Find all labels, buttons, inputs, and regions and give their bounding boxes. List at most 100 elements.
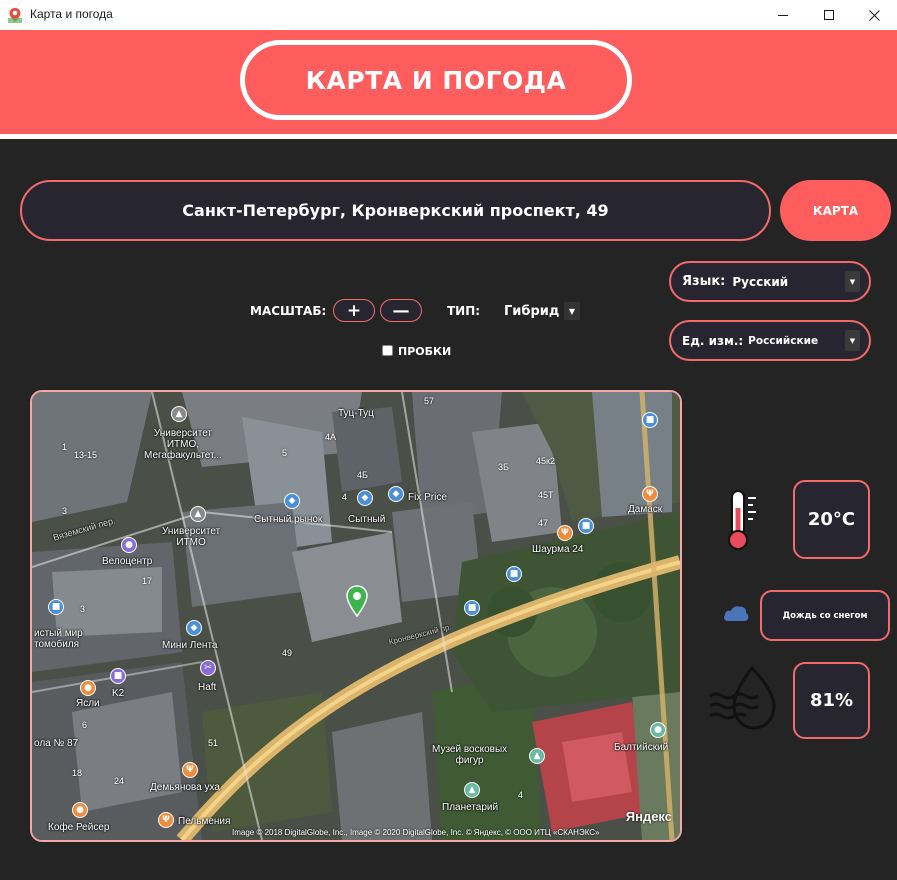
bed-icon: ■ [110,668,126,684]
map-number: 49 [282,648,293,658]
map-label: Музей восковых фигур [432,744,508,766]
close-button[interactable] [851,0,897,30]
header-divider [0,134,897,139]
university-icon: ▲ [190,506,206,522]
type-label: ТИП: [447,304,481,318]
page-title: КАРТА И ПОГОДА [240,40,632,120]
map-number: 24 [114,776,125,786]
museum-icon: ▲ [529,748,545,764]
map-label: Балтийский [614,742,669,753]
language-value: Русский [732,274,789,289]
units-value: Российские [748,334,819,347]
zoom-label: МАСШТАБ: [250,304,327,318]
map-label: K2 [112,688,125,699]
bus-stop-icon: ■ [464,600,480,616]
units-select[interactable]: Ед. изм.: Российские ▼ [669,320,871,361]
map-label: Университет ИТМО [162,526,221,548]
theatre-icon: ● [650,722,666,738]
map-label: ола № 87 [34,738,79,749]
baby-icon: ● [80,680,96,696]
map-number: 5 [282,448,288,458]
map-number: 4 [342,492,348,502]
map-number: 45Т [538,490,554,500]
restaurant-icon: Ψ [557,525,573,541]
map-number: 4А [325,432,337,442]
yandex-logo: Яндекс [625,809,672,824]
map-number: 3 [62,506,68,516]
units-label: Ед. изм.: [682,333,744,348]
map-number: 6 [82,720,88,730]
map-pin-app-icon [8,8,22,23]
maximize-icon [824,10,834,20]
museum-icon: ▲ [464,782,480,798]
minimize-icon [778,14,788,16]
map-number: 4 [518,790,524,800]
map-number: 3 [80,604,86,614]
shop-icon: ◆ [357,490,373,506]
humidity-icon [709,666,776,730]
traffic-label: ПРОБКИ [398,345,452,358]
zoom-out-button[interactable]: — [380,299,422,322]
thermometer-icon [728,490,756,550]
map-label: Haft [198,682,217,693]
map-label: Сытный [348,514,386,525]
map-label: Кофе Рейсер [48,822,110,833]
map-number: 51 [208,738,219,748]
temperature-display: 20°C [793,480,870,559]
restaurant-icon: Ψ [642,486,658,502]
map-label: Ясли [76,698,100,709]
map-number: 47 [538,518,549,528]
bus-stop-icon: ■ [642,412,658,428]
close-icon [868,9,880,21]
cafe-icon: ● [72,802,88,818]
map-label: Пельмения [178,816,231,827]
map-number: 45к2 [536,456,555,466]
map-number: 4Б [357,470,368,480]
show-map-button[interactable]: КАРТА [780,180,891,241]
bus-stop-icon: ■ [506,566,522,582]
maximize-button[interactable] [806,0,852,30]
address-input[interactable]: Санкт-Петербург, Кронверкский проспект, … [20,180,771,241]
humidity-display: 81% [793,662,870,739]
map-type-select[interactable]: Гибрид ▼ [496,300,582,322]
map-label: Шаурма 24 [532,544,584,555]
language-select[interactable]: Язык: Русский ▼ [669,261,871,302]
location-pin-icon [346,585,368,617]
window-titlebar: Карта и погода [0,0,897,30]
scissors-icon: ✂ [200,660,216,676]
restaurant-icon: Ψ [158,812,174,828]
language-label: Язык: [682,274,726,289]
map-number: 57 [424,396,435,406]
map-label: Университет ИТМО, Мегафакультет... [144,428,222,461]
traffic-checkbox[interactable] [382,345,393,356]
map-label: Планетарий [442,802,499,813]
map-label: Мини Лента [162,640,218,651]
map-label: Демьянова уха [150,782,220,793]
map-number: 18 [72,768,83,778]
map-number: 13-15 [74,450,98,460]
map-copyright: Image © 2018 DigitalGlobe, Inc., Image ©… [232,828,600,837]
map-label: Туц-Туц [338,408,374,419]
map-type-value: Гибрид [504,303,560,319]
chevron-down-icon: ▼ [845,330,860,351]
bus-stop-icon: ■ [578,518,594,534]
zoom-in-button[interactable]: + [333,299,375,322]
car-icon: ■ [48,599,64,615]
map-number: 1 [62,442,68,452]
map-number: 3Б [498,462,509,472]
chevron-down-icon: ▼ [845,271,860,292]
shop-icon: ◆ [284,493,300,509]
map-view[interactable]: Университет ИТМО, Мегафакультет... Туц-Т… [30,390,682,842]
map-label: Fix Price [408,492,447,503]
map-label: Дамаск [628,504,663,515]
chevron-down-icon: ▼ [564,302,580,320]
map-label: Велоцентр [102,556,153,567]
weather-condition: Дождь со снегом [760,590,890,641]
map-number: 17 [142,576,153,586]
bike-icon: ● [121,537,137,553]
university-icon: ▲ [171,406,187,422]
map-label: Сытный рынок [254,514,323,525]
map-label: истый мир томобиля [34,628,83,650]
cloud-icon [724,606,749,621]
minimize-button[interactable] [760,0,806,30]
